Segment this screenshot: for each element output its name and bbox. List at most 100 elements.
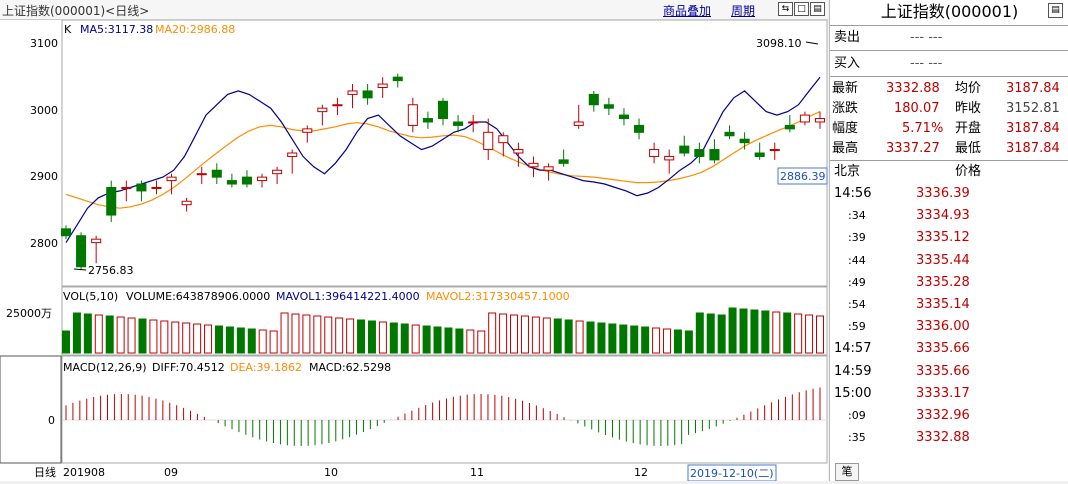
candle-body[interactable] xyxy=(468,121,479,124)
period-link[interactable]: 周期 xyxy=(731,2,755,19)
candle-body[interactable] xyxy=(483,131,494,151)
stat-row: 最新 3332.88 均价 3187.84 xyxy=(830,79,1068,99)
candle-body[interactable] xyxy=(181,200,192,206)
candle-body[interactable] xyxy=(679,145,690,154)
candle-body[interactable] xyxy=(634,124,645,133)
volume-bar xyxy=(739,308,748,354)
candle-body[interactable] xyxy=(407,104,418,126)
candle-body[interactable] xyxy=(649,149,660,157)
overlay-link[interactable]: 商品叠加 xyxy=(663,2,711,19)
candle-body[interactable] xyxy=(513,149,524,154)
tick-price: 3334.93 xyxy=(916,208,970,224)
volume-bar xyxy=(608,323,617,354)
candle-body[interactable] xyxy=(377,83,388,89)
candle-body[interactable] xyxy=(136,183,147,192)
macd-y-tick: 0 xyxy=(48,414,55,427)
candle-body[interactable] xyxy=(453,121,464,126)
volume-bar xyxy=(466,329,475,354)
volume-bar xyxy=(553,318,562,354)
zoom-icon[interactable]: □ xyxy=(794,2,809,16)
macd-dea: DEA:39.1862 xyxy=(230,361,302,374)
candle-body[interactable] xyxy=(437,100,449,120)
candle-body[interactable] xyxy=(76,235,87,268)
candle-body[interactable] xyxy=(60,228,72,237)
candle-body[interactable] xyxy=(211,169,222,178)
candle-body[interactable] xyxy=(799,114,810,123)
chart-area[interactable]: K MA5:3117.38 MA20:2986.88 3100 3000 290… xyxy=(0,19,828,482)
y-tick-3100: 3100 xyxy=(30,37,58,50)
candle-body[interactable] xyxy=(769,149,780,152)
candle-body[interactable] xyxy=(694,149,705,157)
candle-body[interactable] xyxy=(664,155,675,161)
panel-toggle-icon[interactable]: ▤ xyxy=(1048,3,1063,18)
candle-body[interactable] xyxy=(603,104,614,109)
candle-body[interactable] xyxy=(226,180,237,185)
tick-time: :34 xyxy=(848,209,866,223)
sell-row: 卖出 --- --- xyxy=(830,28,1068,48)
volume-bar xyxy=(783,312,792,354)
stat-label: 开盘 xyxy=(955,121,982,136)
candle-body[interactable] xyxy=(739,138,750,144)
candle-body[interactable] xyxy=(241,176,252,185)
volume-bar xyxy=(258,329,267,354)
volume-bar xyxy=(72,312,81,354)
macd-diff: DIFF:70.4512 xyxy=(152,361,225,374)
candle-body[interactable] xyxy=(302,128,313,133)
volume-bar xyxy=(105,315,114,354)
candle-body[interactable] xyxy=(573,121,584,126)
candle-body[interactable] xyxy=(332,104,343,107)
stat-value: 3337.27 xyxy=(886,141,940,156)
candle-body[interactable] xyxy=(196,173,207,176)
candle-body[interactable] xyxy=(91,238,102,244)
candle-body[interactable] xyxy=(362,90,373,99)
candle-body[interactable] xyxy=(272,169,283,175)
candle-body[interactable] xyxy=(754,152,765,157)
candle-body[interactable] xyxy=(618,114,629,120)
tick-time: :54 xyxy=(848,298,866,311)
tick-price: 3336.39 xyxy=(916,186,970,201)
stat-value: 3187.84 xyxy=(1006,121,1060,136)
macd-value: MACD:62.5298 xyxy=(309,361,391,374)
candle-body[interactable] xyxy=(121,186,132,189)
volume-bar xyxy=(728,307,737,354)
macd-header-name: MACD(12,26,9) xyxy=(63,361,147,374)
volume-bar xyxy=(346,318,355,354)
x-label-12: 12 xyxy=(634,466,648,479)
candle-body[interactable] xyxy=(151,186,162,189)
candle-body[interactable] xyxy=(709,149,720,161)
candle-body[interactable] xyxy=(347,90,358,95)
candle-body[interactable] xyxy=(392,76,403,82)
candle-body[interactable] xyxy=(528,162,539,168)
candle-body[interactable] xyxy=(287,152,298,157)
kline-chart[interactable]: K MA5:3117.38 MA20:2986.88 3100 3000 290… xyxy=(0,19,828,482)
volume-bar xyxy=(520,315,529,354)
candle-body[interactable] xyxy=(588,93,599,106)
candle-body[interactable] xyxy=(558,159,569,164)
tick-row: :59 3336.00 xyxy=(830,317,1068,337)
candle-body[interactable] xyxy=(724,131,735,137)
tab-ticks[interactable]: 笔 xyxy=(835,463,859,481)
volume-bar xyxy=(389,322,398,354)
volume-bar xyxy=(684,330,693,354)
move-left-icon[interactable]: ⇆ xyxy=(778,2,793,16)
tick-time: 14:57 xyxy=(834,341,872,357)
stat-label: 最高 xyxy=(832,141,859,156)
ma20-label: MA20:2986.88 xyxy=(155,23,235,36)
layout-icon[interactable]: ▤ xyxy=(810,2,825,16)
candle-body[interactable] xyxy=(257,176,268,182)
title-bar: 上证指数(000001)<日线> 商品叠加 周期 ⇆ □ ▤ xyxy=(0,0,828,20)
tick-price: 3332.88 xyxy=(916,430,970,446)
candle-body[interactable] xyxy=(166,176,177,182)
x-label-10: 10 xyxy=(324,466,338,479)
candle-body[interactable] xyxy=(498,135,509,144)
candle-body[interactable] xyxy=(543,166,554,171)
ticks-header-time: 北京 xyxy=(834,164,861,179)
candle-body[interactable] xyxy=(317,107,328,113)
tick-price: 3335.44 xyxy=(916,252,970,268)
volume-bar xyxy=(706,313,715,354)
candle-body[interactable] xyxy=(814,118,826,123)
candle-body[interactable] xyxy=(106,186,117,216)
candle-body[interactable] xyxy=(422,118,433,123)
candle-body[interactable] xyxy=(784,124,795,130)
tick-price: 3335.14 xyxy=(916,297,970,312)
